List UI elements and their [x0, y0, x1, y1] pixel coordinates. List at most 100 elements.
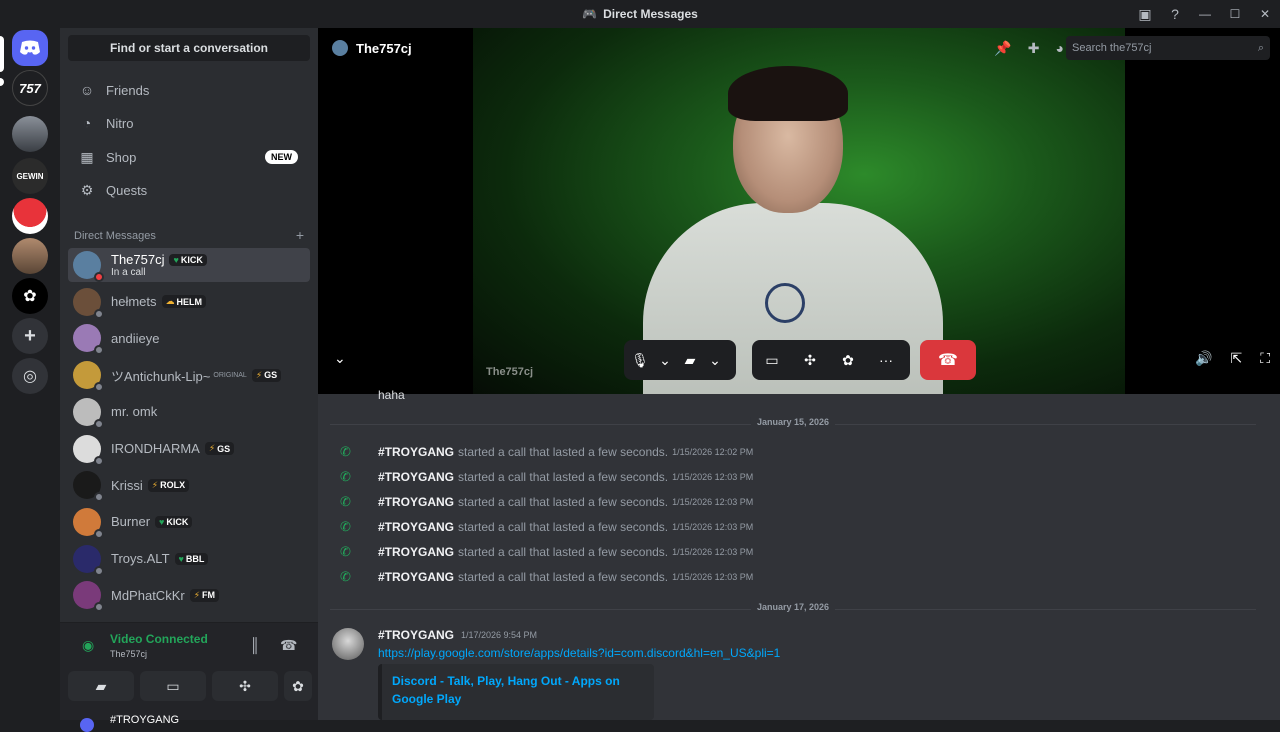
camera-off-icon[interactable]: ▰ [674, 344, 706, 376]
tag-label: BBL [185, 553, 205, 564]
dm-name: Krissi [111, 477, 143, 493]
more-options-icon[interactable]: ··· [870, 344, 902, 376]
call-author[interactable]: #TROYGANG [378, 570, 454, 584]
call-author[interactable]: #TROYGANG [378, 445, 454, 459]
discover-icon[interactable]: ◎ [12, 358, 48, 394]
date-divider: January 17, 2026 [330, 602, 1256, 612]
call-author[interactable]: #TROYGANG [378, 470, 454, 484]
add-server-icon[interactable]: + [12, 318, 48, 354]
server-avatar[interactable] [12, 238, 48, 274]
soundboard-icon[interactable]: ✿ [832, 344, 864, 376]
dm-name: The757cj [111, 252, 165, 267]
tag-icon: ⚡ [208, 443, 216, 453]
call-author[interactable]: #TROYGANG [378, 495, 454, 509]
search-input[interactable]: Search the757cj ⌕ [1066, 36, 1270, 60]
chevron-down-icon[interactable]: ⌄ [334, 350, 346, 367]
dm-item[interactable]: mr. omk [68, 395, 310, 429]
dm-item[interactable]: ツAntichunk-Lip~ ORIGINAL ⚡ GS [68, 358, 310, 393]
dm-item[interactable]: IRONDHARMA ⚡ GS [68, 432, 310, 466]
call-timestamp: 1/15/2026 12:03 PM [672, 547, 754, 557]
screen-share-button[interactable]: ▭ [140, 671, 206, 701]
call-text: started a call that lasted a few seconds… [458, 470, 669, 484]
call-log-entry: ✆ #TROYGANG started a call that lasted a f… [340, 544, 753, 560]
call-timestamp: 1/15/2026 12:02 PM [672, 447, 754, 457]
avatar[interactable] [332, 628, 364, 660]
user-name[interactable]: #TROYGANG [110, 714, 179, 726]
call-author[interactable]: #TROYGANG [378, 545, 454, 559]
inbox-icon[interactable]: ▣ [1130, 0, 1160, 28]
volume-icon[interactable]: 🔊 [1195, 350, 1212, 367]
dm-item[interactable]: andiieye [68, 321, 310, 356]
guild-tag: ♥ BBL [174, 552, 209, 565]
avatar[interactable] [80, 718, 94, 732]
avatar [73, 287, 104, 319]
server-paw[interactable]: ✿ [12, 278, 48, 314]
chevron-down-icon[interactable]: ⌄ [656, 344, 674, 376]
disconnect-icon[interactable]: ☎ [280, 637, 297, 654]
call-text: started a call that lasted a few seconds… [458, 570, 669, 584]
minimize-button[interactable]: — [1190, 0, 1220, 28]
message-link[interactable]: https://play.google.com/store/apps/detai… [378, 646, 780, 660]
avatar [73, 434, 104, 466]
nav-nitro[interactable]: ◔ Nitro [68, 107, 310, 139]
help-icon[interactable]: ? [1160, 0, 1190, 28]
call-title[interactable]: The757cj [356, 41, 412, 56]
dm-item[interactable]: hełmets ☁ HELM [68, 285, 310, 319]
message-author[interactable]: #TROYGANG [378, 628, 454, 642]
fullscreen-icon[interactable]: ⛶ [1260, 350, 1270, 367]
dm-info: Krissi ⚡ ROLX [111, 477, 190, 493]
call-header: The757cj [332, 40, 412, 56]
server-mushroom[interactable] [12, 198, 48, 234]
maximize-button[interactable]: ☐ [1220, 0, 1250, 28]
nav-friends[interactable]: ☺ Friends [68, 74, 310, 106]
find-conversation-button[interactable]: Find or start a conversation [68, 35, 310, 61]
pin-icon[interactable]: 📌 [994, 40, 1011, 57]
dm-item[interactable]: MdPhatCkKr ⚡ FM [68, 578, 310, 613]
tag-label: ROLX [160, 480, 186, 491]
search-icon: ⌕ [1257, 41, 1264, 54]
nav-quests[interactable]: ⚙ Quests [68, 174, 310, 206]
call-timestamp: 1/15/2026 12:03 PM [672, 522, 754, 532]
call-text: started a call that lasted a few seconds… [458, 445, 669, 459]
dm-name: Burner [111, 514, 151, 530]
dm-item[interactable]: Krissi ⚡ ROLX [68, 468, 310, 503]
server-car[interactable] [12, 116, 48, 152]
discord-home-button[interactable] [12, 30, 48, 66]
avatar [73, 324, 104, 356]
call-text: started a call that lasted a few seconds… [458, 520, 669, 534]
activities-icon[interactable]: ✣ [794, 344, 826, 376]
chevron-down-icon[interactable]: ⌄ [706, 344, 724, 376]
dm-item[interactable]: Burner ♥ KICK [68, 505, 310, 539]
activities-button[interactable]: ✣ [212, 671, 278, 701]
window-title: 🎮 Direct Messages [582, 7, 698, 21]
add-friend-icon[interactable]: ✚ [1028, 40, 1040, 57]
create-dm-icon[interactable]: + [296, 228, 304, 242]
quests-icon: ⚙ [80, 181, 94, 198]
pop-out-icon[interactable]: ⇱ [1230, 350, 1242, 367]
dm-item[interactable]: The757cj ♥ KICK In a call [68, 248, 310, 282]
dm-info: hełmets ☁ HELM [111, 294, 207, 309]
hang-up-button[interactable]: ☎ [920, 340, 976, 380]
soundboard-button[interactable]: ✿ [284, 671, 312, 701]
voice-status-title[interactable]: Video Connected [110, 632, 208, 646]
user-profile-icon[interactable]: ◕ [1056, 40, 1064, 57]
video-subject-hair [728, 66, 848, 121]
microphone-icon[interactable]: 🎙 [624, 344, 656, 376]
camera-toggle-button[interactable]: ▰ [68, 671, 134, 701]
voice-status-sub[interactable]: The757cj [110, 649, 147, 659]
screen-share-icon[interactable]: ▭ [756, 344, 788, 376]
call-text: started a call that lasted a few seconds… [458, 495, 669, 509]
avatar [73, 397, 104, 429]
server-757[interactable]: 757 [12, 70, 48, 106]
noise-suppression-icon[interactable]: ║ [250, 637, 260, 653]
dm-info: ツAntichunk-Lip~ ORIGINAL ⚡ GS [111, 366, 282, 385]
soundboard-icon: ✿ [292, 677, 304, 694]
avatar [332, 40, 348, 56]
close-button[interactable]: ✕ [1250, 0, 1280, 28]
dm-item[interactable]: Troys.ALT ♥ BBL [68, 542, 310, 576]
nav-shop[interactable]: ▦ Shop NEW [68, 141, 310, 173]
server-gewin-squad[interactable]: GEWIN [12, 158, 48, 194]
call-author[interactable]: #TROYGANG [378, 520, 454, 534]
embed-title[interactable]: Discord - Talk, Play, Hang Out - Apps on… [392, 672, 642, 708]
avatar [73, 251, 104, 282]
